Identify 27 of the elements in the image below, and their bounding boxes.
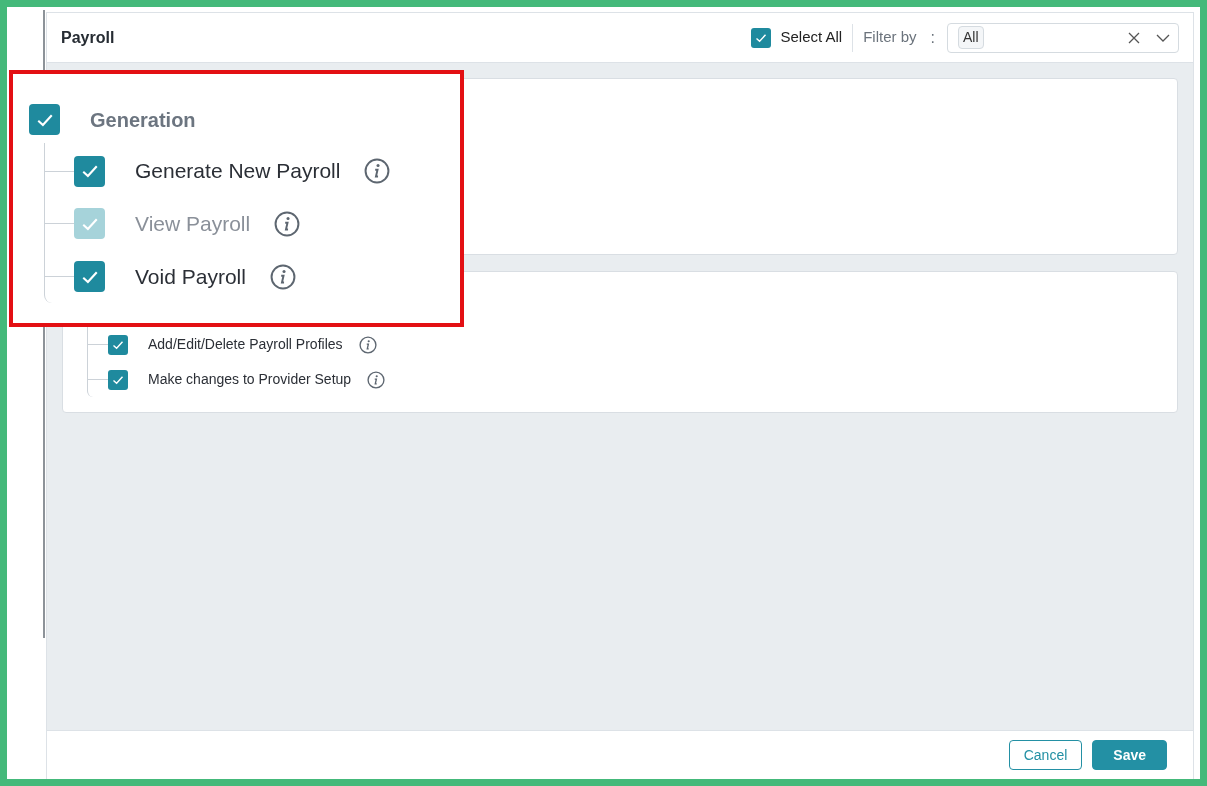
select-all-label: Select All: [780, 27, 843, 48]
permission-label: Generate New Payroll: [135, 158, 341, 185]
permission-label: Void Payroll: [135, 263, 246, 290]
checkbox[interactable]: [108, 334, 128, 355]
checkbox[interactable]: [74, 155, 105, 187]
filter-chip: All: [958, 26, 984, 49]
checkbox[interactable]: [108, 369, 128, 390]
checkbox[interactable]: [74, 261, 105, 292]
filter-label: Filter by: [863, 27, 917, 48]
permission-label: Add/Edit/Delete Payroll Profiles: [148, 335, 343, 354]
checkbox[interactable]: [750, 27, 771, 48]
info-icon[interactable]: [274, 210, 301, 237]
page-title: Payroll: [61, 27, 115, 48]
permission-label: View Payroll: [135, 210, 251, 237]
info-icon[interactable]: [364, 158, 391, 184]
group-label: Generation: [90, 107, 196, 133]
filter-dropdown[interactable]: All: [947, 22, 1179, 53]
permission-label: Make changes to Provider Setup: [148, 370, 352, 389]
chevron-down-icon[interactable]: [1156, 33, 1170, 42]
clear-icon[interactable]: [1128, 31, 1140, 44]
checkbox[interactable]: [29, 104, 60, 135]
cancel-button[interactable]: Cancel: [1008, 740, 1083, 770]
info-icon[interactable]: [367, 370, 386, 389]
info-icon[interactable]: [358, 335, 377, 354]
filter-separator: :: [930, 27, 935, 48]
info-icon[interactable]: [269, 263, 296, 290]
save-button[interactable]: Save: [1092, 740, 1167, 770]
